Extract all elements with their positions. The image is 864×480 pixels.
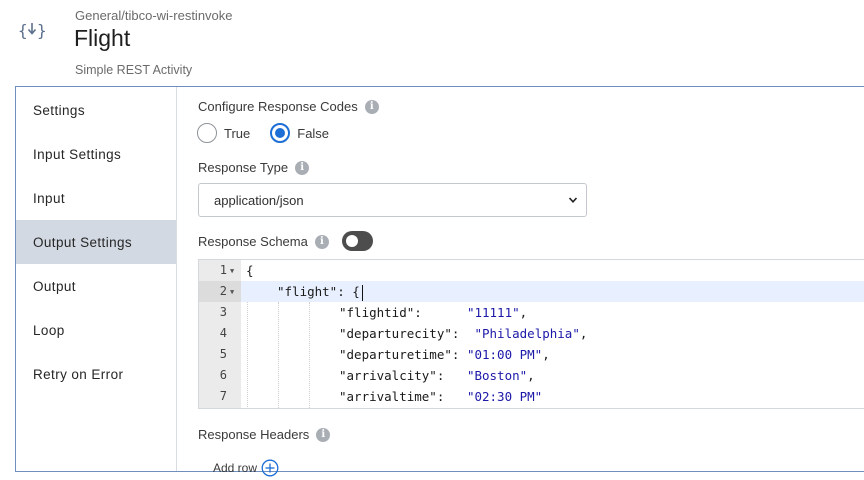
line-number: 4: [219, 326, 227, 340]
download-braces-icon: { }: [18, 21, 46, 40]
field-label-text: Response Headers: [198, 427, 310, 442]
json-key: "flightid":: [339, 305, 422, 320]
radio-true-label: True: [224, 125, 251, 141]
radio-true[interactable]: [197, 123, 217, 143]
output-settings-content: Configure Response Codes i True False Re…: [177, 87, 864, 477]
code-line: 1 ▼ {: [199, 260, 864, 281]
field-label-text: Response Schema: [198, 234, 308, 249]
json-separator: ,: [519, 305, 528, 320]
json-separator: ,: [579, 326, 588, 341]
info-icon[interactable]: i: [295, 160, 310, 175]
sidebar-item-label: Settings: [33, 102, 85, 118]
radio-false[interactable]: [270, 123, 291, 143]
response-schema-label: Response Schema i: [198, 234, 329, 249]
configure-response-codes-label: Configure Response Codes i: [198, 99, 379, 114]
json-key: "arrivalcity":: [339, 368, 445, 383]
activity-config-panel: Settings Input Settings Input Output Set…: [15, 86, 864, 477]
response-type-label: Response Type i: [198, 160, 310, 175]
json-key: "departuretime":: [339, 347, 460, 362]
code-text: "arrivalcity": "Boston",: [339, 365, 535, 386]
sidebar-item-label: Input: [33, 190, 66, 206]
code-text: {: [246, 263, 254, 278]
sidebar-item-label: Input Settings: [33, 146, 122, 162]
json-value: "11111": [466, 305, 520, 320]
response-schema-toggle[interactable]: [342, 231, 373, 251]
sidebar: Settings Input Settings Input Output Set…: [16, 87, 177, 471]
plus-circle-icon: [261, 459, 279, 477]
add-row-label: Add row: [213, 461, 258, 475]
json-key: "departurecity":: [339, 326, 460, 341]
sidebar-item-input-settings[interactable]: Input Settings: [16, 132, 176, 176]
response-type-select[interactable]: application/json: [198, 183, 587, 217]
info-icon[interactable]: i: [314, 234, 329, 249]
code-text: "flight": {: [277, 284, 360, 299]
code-line: 6 "arrivalcity": "Boston",: [199, 365, 864, 386]
line-number: 6: [219, 368, 227, 382]
toggle-knob: [346, 235, 358, 247]
breadcrumb: General/tibco-wi-restinvoke: [75, 8, 233, 23]
sidebar-item-label: Output: [33, 278, 76, 294]
add-row-button[interactable]: Add row: [213, 459, 279, 477]
code-text: "flightid": "11111",: [339, 302, 527, 323]
sidebar-item-label: Output Settings: [33, 234, 133, 250]
svg-text:{: {: [18, 21, 28, 40]
code-line: 3 "flightid": "11111",: [199, 302, 864, 323]
code-text: "arrivaltime": "02:30 PM": [339, 386, 542, 407]
chevron-down-icon: [568, 197, 578, 203]
code-line: 5 "departuretime": "01:00 PM",: [199, 344, 864, 365]
response-codes-radio-group: True False: [197, 123, 349, 143]
json-value: "01:00 PM": [466, 347, 543, 362]
svg-text:}: }: [37, 21, 46, 40]
json-value: "Philadelphia": [474, 326, 580, 341]
json-separator: ,: [542, 347, 550, 362]
json-value: "02:30 PM": [466, 389, 543, 404]
line-number: 1: [219, 263, 227, 277]
code-line: 4 "departurecity": "Philadelphia",: [199, 323, 864, 344]
sidebar-item-loop[interactable]: Loop: [16, 308, 176, 352]
page-title: Flight: [74, 25, 131, 51]
info-icon[interactable]: i: [316, 427, 331, 442]
json-key: "arrivaltime":: [339, 389, 445, 404]
sidebar-item-retry-on-error[interactable]: Retry on Error: [16, 352, 176, 396]
code-text: "departuretime": "01:00 PM",: [339, 344, 550, 365]
sidebar-item-label: Loop: [33, 322, 65, 338]
code-line: 7 "arrivaltime": "02:30 PM": [199, 386, 864, 407]
fold-arrow-icon[interactable]: ▼: [230, 268, 234, 275]
fold-arrow-icon[interactable]: ▼: [230, 289, 234, 296]
line-number: 7: [219, 389, 227, 403]
sidebar-item-label: Retry on Error: [33, 366, 124, 382]
field-label-text: Configure Response Codes: [198, 99, 358, 114]
line-number: 5: [219, 347, 227, 361]
sidebar-item-settings[interactable]: Settings: [16, 88, 176, 132]
line-number: 3: [219, 305, 227, 319]
code-line-active: 2 ▼ "flight": {: [199, 281, 864, 302]
select-value: application/json: [214, 192, 304, 208]
json-separator: ,: [527, 368, 535, 383]
sidebar-item-output[interactable]: Output: [16, 264, 176, 308]
line-number: 2: [199, 281, 241, 302]
page-subtitle: Simple REST Activity: [75, 63, 193, 77]
code-text: "departurecity": "Philadelphia",: [339, 323, 587, 344]
json-value: "Boston": [466, 368, 528, 383]
text-cursor: [361, 284, 364, 301]
field-label-text: Response Type: [198, 160, 289, 175]
response-headers-label: Response Headers i: [198, 427, 331, 442]
info-icon[interactable]: i: [364, 99, 379, 114]
sidebar-item-input[interactable]: Input: [16, 176, 176, 220]
schema-code-editor[interactable]: 1 ▼ { 2 ▼ "flight": { 3 "flightid": "111…: [198, 259, 864, 409]
radio-false-label: False: [297, 125, 330, 141]
sidebar-item-output-settings[interactable]: Output Settings: [16, 220, 176, 264]
